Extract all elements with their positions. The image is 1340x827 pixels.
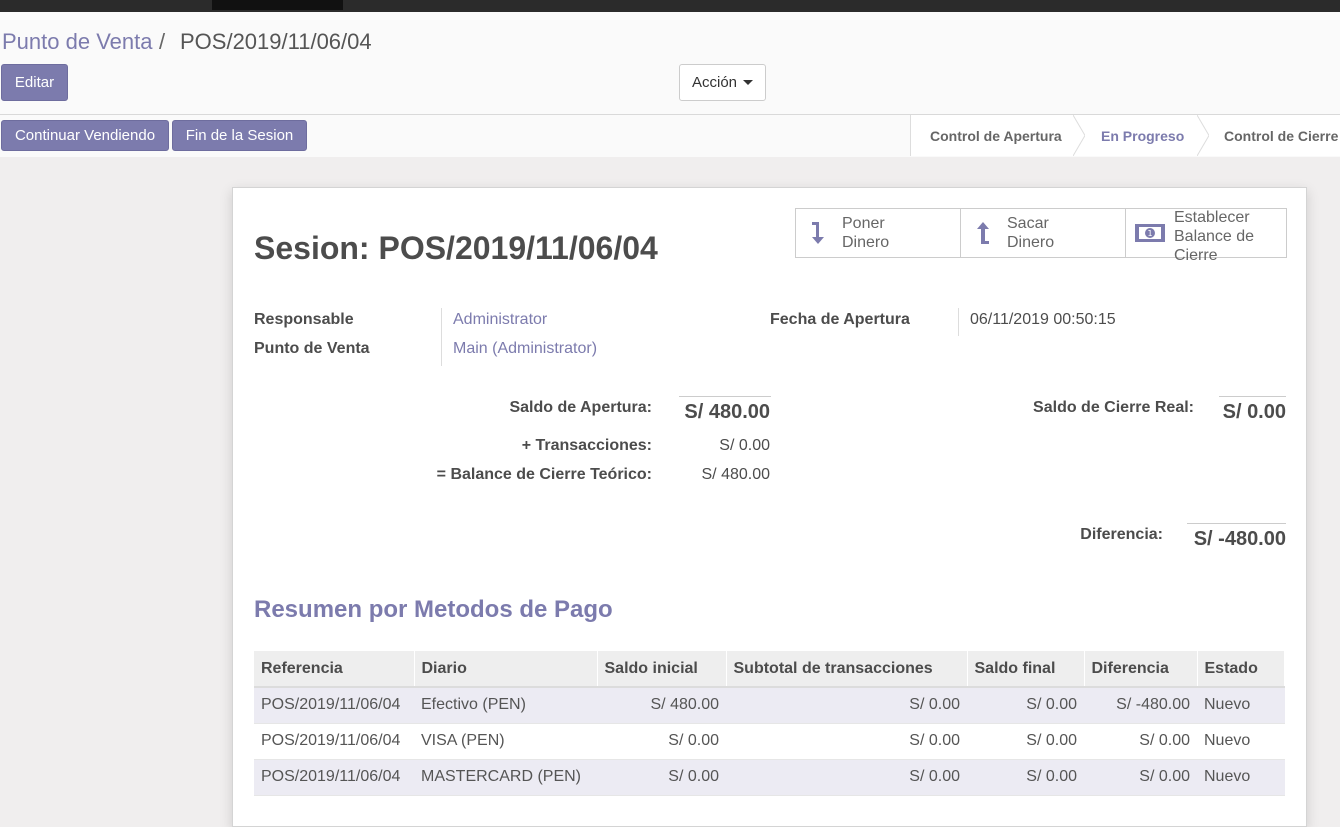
top-navbar: [0, 0, 1340, 12]
cierre-real-value: S/ 0.00: [1222, 401, 1286, 423]
saldo-apertura-value: S/ 480.00: [684, 401, 770, 423]
money-out-icon: [977, 222, 989, 244]
put-money-label: Poner Dinero: [842, 215, 890, 251]
column-header[interactable]: Saldo inicial: [597, 651, 727, 688]
column-header[interactable]: Estado: [1197, 651, 1285, 688]
balance-teorico-label: = Balance de Cierre Teórico:: [436, 466, 652, 483]
balance-teorico-value: S/ 480.00: [701, 466, 771, 483]
column-header[interactable]: Diferencia: [1084, 651, 1198, 688]
cell-diferencia: S/ 0.00: [1084, 759, 1197, 796]
amount-rule: [679, 396, 771, 397]
stage-arrow-icon: [1073, 115, 1085, 156]
set-closing-balance-button[interactable]: 1 Establecer Balance de Cierre: [1126, 209, 1286, 264]
responsable-label: Responsable: [254, 311, 354, 328]
take-money-button[interactable]: Sacar Dinero: [961, 209, 1126, 257]
field-separator: [958, 308, 959, 336]
set-closing-balance-label: Establecer Balance de Cierre: [1174, 208, 1255, 264]
table-row[interactable]: POS/2019/11/06/04 Efectivo (PEN) S/ 480.…: [254, 687, 1285, 724]
cell-saldo-inicial: S/ 480.00: [597, 687, 726, 724]
fecha-apertura-value: 06/11/2019 00:50:15: [970, 311, 1116, 328]
breadcrumb-root-link[interactable]: Punto de Venta: [2, 29, 152, 55]
cell-diferencia: S/ 0.00: [1084, 723, 1197, 760]
continue-selling-button[interactable]: Continuar Vendiendo: [1, 120, 169, 151]
column-header[interactable]: Diario: [414, 651, 598, 688]
cell-subtotal: S/ 0.00: [726, 687, 967, 724]
responsable-link[interactable]: Administrator: [453, 311, 547, 329]
payment-summary-table: Referencia Diario Saldo inicial Subtotal…: [254, 651, 1285, 796]
cell-diario: Efectivo (PEN): [414, 687, 597, 724]
transacciones-label: + Transacciones:: [521, 437, 652, 454]
status-bar: Control de Apertura En Progreso Control …: [910, 115, 1340, 156]
action-dropdown[interactable]: Acción: [679, 64, 766, 101]
cell-diario: MASTERCARD (PEN): [414, 759, 597, 796]
form-sheet: Sesion: POS/2019/11/06/04 Poner Dinero S…: [232, 187, 1307, 827]
cell-diario: VISA (PEN): [414, 723, 597, 760]
cash-icon: 1: [1135, 224, 1165, 242]
navbar-block: [212, 0, 343, 10]
amount-rule: [1219, 396, 1286, 397]
breadcrumb-current: POS/2019/11/06/04: [180, 29, 372, 54]
stage-control-cierre[interactable]: Control de Cierre: [1224, 115, 1338, 156]
cell-diferencia: S/ -480.00: [1084, 687, 1197, 724]
cell-referencia: POS/2019/11/06/04: [254, 723, 414, 760]
cell-saldo-inicial: S/ 0.00: [597, 759, 726, 796]
saldo-apertura-label: Saldo de Apertura:: [509, 399, 652, 416]
column-header[interactable]: Subtotal de transacciones: [726, 651, 968, 688]
stage-control-apertura[interactable]: Control de Apertura: [930, 115, 1062, 156]
cierre-real-label: Saldo de Cierre Real:: [1033, 399, 1194, 416]
money-in-icon: [812, 222, 824, 244]
edit-button[interactable]: Editar: [1, 64, 68, 101]
column-header[interactable]: Referencia: [254, 651, 415, 688]
diferencia-label: Diferencia:: [1080, 526, 1163, 543]
cell-referencia: POS/2019/11/06/04: [254, 759, 414, 796]
stage-arrow-icon: [1197, 115, 1209, 156]
fecha-apertura-label: Fecha de Apertura: [770, 311, 910, 328]
svg-text:1: 1: [1147, 229, 1152, 238]
column-header[interactable]: Saldo final: [967, 651, 1085, 688]
cell-referencia: POS/2019/11/06/04: [254, 687, 414, 724]
cell-estado: Nuevo: [1197, 687, 1285, 724]
punto-de-venta-link[interactable]: Main (Administrator): [453, 340, 597, 358]
cell-saldo-final: S/ 0.00: [967, 723, 1084, 760]
stage-en-progreso[interactable]: En Progreso: [1101, 115, 1184, 156]
diferencia-value: S/ -480.00: [1193, 528, 1286, 550]
cell-saldo-inicial: S/ 0.00: [597, 723, 726, 760]
end-session-button[interactable]: Fin de la Sesion: [172, 120, 307, 151]
breadcrumb-separator: /: [159, 29, 166, 54]
cell-subtotal: S/ 0.00: [726, 723, 967, 760]
caret-down-icon: [743, 80, 754, 85]
cell-estado: Nuevo: [1197, 723, 1285, 760]
take-money-label: Sacar Dinero: [1007, 215, 1055, 251]
amount-rule: [1187, 523, 1286, 524]
action-label: Acción: [691, 74, 738, 91]
table-header-row: Referencia Diario Saldo inicial Subtotal…: [254, 651, 1285, 688]
put-money-button[interactable]: Poner Dinero: [796, 209, 961, 257]
field-separator: [441, 308, 442, 366]
stat-button-box: Poner Dinero Sacar Dinero 1 Establecer B…: [795, 208, 1287, 264]
table-row[interactable]: POS/2019/11/06/04 MASTERCARD (PEN) S/ 0.…: [254, 759, 1285, 796]
session-title: Sesion: POS/2019/11/06/04: [254, 230, 658, 266]
cell-subtotal: S/ 0.00: [726, 759, 967, 796]
cell-saldo-final: S/ 0.00: [967, 687, 1084, 724]
cell-saldo-final: S/ 0.00: [967, 759, 1084, 796]
summary-title: Resumen por Metodos de Pago: [254, 596, 613, 623]
punto-de-venta-label: Punto de Venta: [254, 340, 370, 357]
cell-estado: Nuevo: [1197, 759, 1285, 796]
table-row[interactable]: POS/2019/11/06/04 VISA (PEN) S/ 0.00 S/ …: [254, 723, 1285, 760]
transacciones-value: S/ 0.00: [719, 437, 770, 454]
